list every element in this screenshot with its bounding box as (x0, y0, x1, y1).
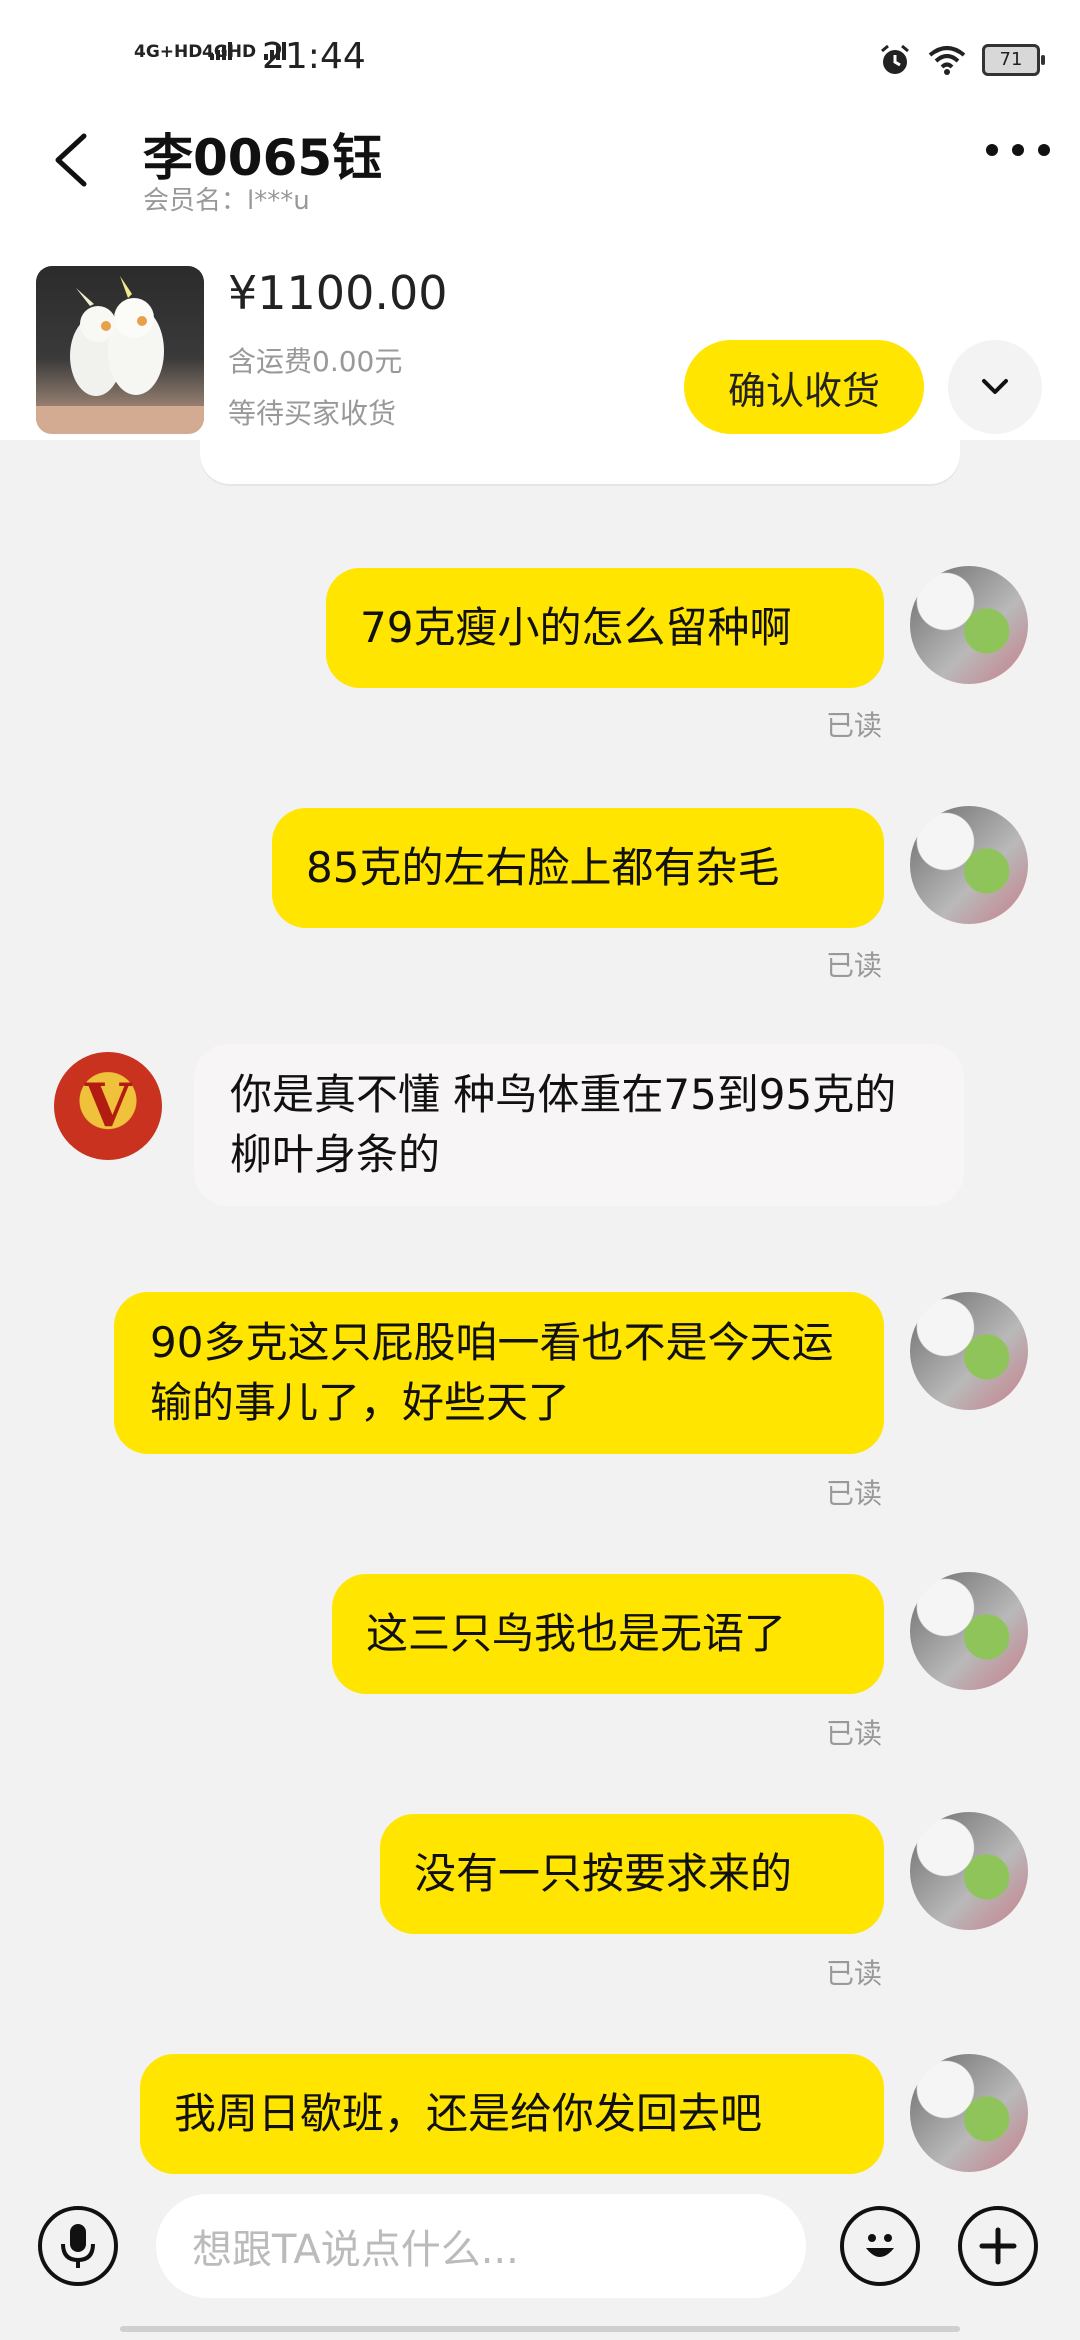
message-bubble-sent[interactable]: 90多克这只屁股咱一看也不是今天运输的事儿了，好些天了 (114, 1292, 884, 1454)
product-image[interactable] (36, 266, 204, 434)
top-area: 4G+HD 4GHD 21:44 71 李0065钰 会员名：l***u ¥11… (0, 0, 1080, 440)
v-logo-icon: V (84, 1071, 132, 1141)
member-name: 会员名：l***u (143, 186, 310, 216)
message-bubble-sent[interactable]: 85克的左右脸上都有杂毛 (272, 808, 884, 928)
emoji-button[interactable] (840, 2206, 920, 2286)
order-status: 等待买家收货 (228, 397, 397, 430)
my-avatar[interactable] (910, 1572, 1028, 1690)
add-button[interactable] (958, 2206, 1038, 2286)
voice-button[interactable] (38, 2206, 118, 2286)
message-text: 我周日歇班，还是给你发回去吧 (174, 2089, 763, 2138)
message-text: 这三只鸟我也是无语了 (366, 1609, 787, 1658)
message-bubble-sent[interactable]: 没有一只按要求来的 (380, 1814, 884, 1934)
my-avatar[interactable] (910, 566, 1028, 684)
shipping-fee: 含运费0.00元 (228, 345, 403, 378)
my-avatar[interactable] (910, 1812, 1028, 1930)
message-bubble-sent[interactable]: 我周日歇班，还是给你发回去吧 (140, 2054, 884, 2174)
my-avatar[interactable] (910, 806, 1028, 924)
message-text: 没有一只按要求来的 (414, 1849, 793, 1898)
dot-icon (986, 144, 998, 156)
previous-message-edge (200, 440, 960, 484)
dot-icon (1038, 144, 1050, 156)
input-bar: 想跟TA说点什么... (0, 2188, 1080, 2340)
plus-icon (979, 2227, 1017, 2265)
alarm-icon (881, 44, 909, 74)
wifi-icon (928, 46, 966, 75)
product-price: ¥1100.00 (228, 266, 448, 320)
seller-avatar[interactable]: V (54, 1052, 162, 1160)
status-bar: 4G+HD 4GHD 21:44 71 (0, 30, 1080, 90)
read-receipt: 已读 (826, 709, 883, 742)
my-avatar[interactable] (910, 1292, 1028, 1410)
message-text: 90多克这只屁股咱一看也不是今天运输的事儿了，好些天了 (150, 1318, 834, 1427)
product-card[interactable]: ¥1100.00 含运费0.00元 等待买家收货 确认收货 (0, 260, 1080, 440)
more-options-button[interactable] (986, 144, 1050, 156)
confirm-receipt-button[interactable]: 确认收货 (684, 340, 924, 434)
battery-icon: 71 (982, 44, 1045, 76)
message-bubble-sent[interactable]: 79克瘦小的怎么留种啊 (326, 568, 884, 688)
chevron-left-icon (55, 133, 87, 187)
chevron-down-icon (982, 379, 1008, 394)
expand-button[interactable] (948, 340, 1042, 434)
my-avatar[interactable] (910, 2054, 1028, 2172)
message-text: 85克的左右脸上都有杂毛 (306, 843, 780, 892)
read-receipt: 已读 (826, 949, 883, 982)
clock: 21:44 (262, 36, 366, 77)
message-input[interactable]: 想跟TA说点什么... (156, 2194, 806, 2298)
microphone-icon (61, 2224, 95, 2268)
read-receipt: 已读 (826, 1957, 883, 1990)
message-bubble-sent[interactable]: 这三只鸟我也是无语了 (332, 1574, 884, 1694)
cockatiel-photo-icon (36, 276, 204, 434)
home-indicator (120, 2326, 960, 2332)
chat-header: 李0065钰 会员名：l***u (0, 100, 1080, 220)
read-receipt: 已读 (826, 1717, 883, 1750)
network-2-label: 4GHD (202, 42, 257, 62)
back-button[interactable] (48, 130, 98, 190)
status-icons: 71 (878, 40, 1045, 80)
dot-icon (1012, 144, 1024, 156)
smiley-icon (866, 2234, 894, 2257)
network-1-label: 4G+HD (134, 42, 203, 62)
message-bubble-received[interactable]: 你是真不懂 种鸟体重在75到95克的 柳叶身条的 (194, 1044, 964, 1206)
read-receipt: 已读 (826, 1477, 883, 1510)
message-text: 你是真不懂 种鸟体重在75到95克的 柳叶身条的 (230, 1070, 897, 1179)
message-text: 79克瘦小的怎么留种啊 (360, 603, 792, 652)
